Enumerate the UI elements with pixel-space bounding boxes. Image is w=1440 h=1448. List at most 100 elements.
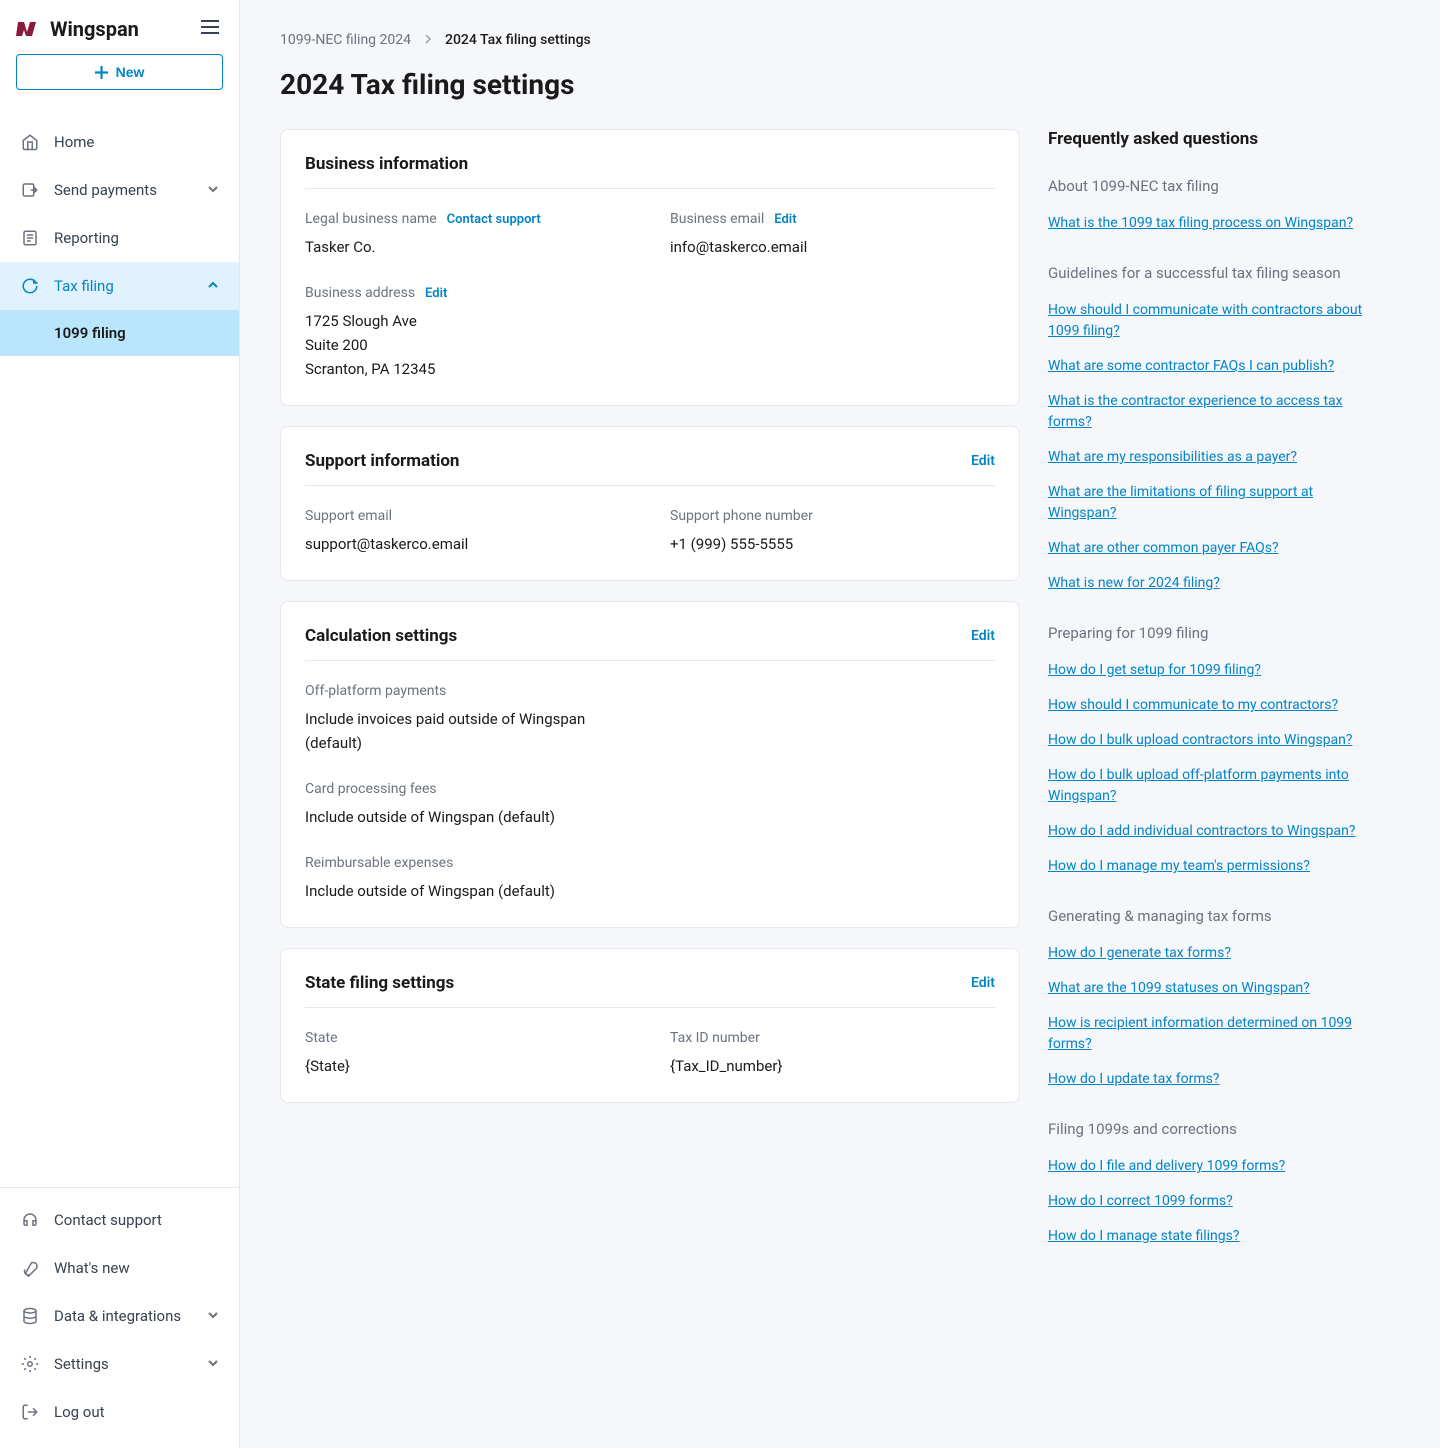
faq-link[interactable]: How do I file and delivery 1099 forms? [1048, 1156, 1378, 1177]
faq-link[interactable]: How do I manage my team's permissions? [1048, 856, 1378, 877]
tax-id-label: Tax ID number [670, 1030, 760, 1046]
card-title: State filing settings [305, 973, 454, 993]
state-label: State [305, 1030, 338, 1046]
headset-icon [20, 1210, 40, 1230]
nav-label: Contact support [54, 1211, 162, 1229]
faq-link[interactable]: What are other common payer FAQs? [1048, 538, 1378, 559]
breadcrumb-current: 2024 Tax filing settings [445, 32, 591, 48]
address-line-1: 1725 Slough Ave [305, 309, 630, 333]
faq-section-title: About 1099-NEC tax filing [1048, 177, 1378, 195]
new-button-label: New [116, 64, 145, 80]
nav-logout[interactable]: Log out [0, 1388, 239, 1436]
business-email-label: Business email [670, 211, 764, 227]
faq-link[interactable]: How is recipient information determined … [1048, 1013, 1378, 1055]
faq-link[interactable]: How do I bulk upload off-platform paymen… [1048, 765, 1378, 807]
support-email-label: Support email [305, 508, 392, 524]
faq-link[interactable]: How do I get setup for 1099 filing? [1048, 660, 1378, 681]
nav-1099-filing[interactable]: 1099 filing [0, 310, 239, 356]
edit-calculation-settings[interactable]: Edit [971, 628, 995, 644]
nav-data-integrations[interactable]: Data & integrations [0, 1292, 239, 1340]
nav-settings[interactable]: Settings [0, 1340, 239, 1388]
nav-main: Home Send payments Reporting Tax filing … [0, 110, 239, 1187]
legal-name-value: Tasker Co. [305, 235, 630, 259]
card-title: Support information [305, 451, 459, 471]
faq-link[interactable]: How do I manage state filings? [1048, 1226, 1378, 1247]
database-icon [20, 1306, 40, 1326]
nav-whats-new[interactable]: What's new [0, 1244, 239, 1292]
nav-label: What's new [54, 1259, 130, 1277]
support-email-value: support@taskerco.email [305, 532, 630, 556]
nav-home[interactable]: Home [0, 118, 239, 166]
faq-section-title: Guidelines for a successful tax filing s… [1048, 264, 1378, 282]
logo[interactable]: Wingspan [16, 17, 139, 41]
gear-icon [20, 1354, 40, 1374]
faq-link[interactable]: How do I generate tax forms? [1048, 943, 1378, 964]
rocket-icon [20, 1258, 40, 1278]
edit-business-email[interactable]: Edit [774, 212, 796, 227]
support-info-card: Support information Edit Support email s… [280, 426, 1020, 581]
faq-link[interactable]: What are the limitations of filing suppo… [1048, 482, 1378, 524]
faq-link[interactable]: What are the 1099 statuses on Wingspan? [1048, 978, 1378, 999]
card-fees-value: Include outside of Wingspan (default) [305, 805, 995, 829]
state-value: {State} [305, 1054, 630, 1078]
business-address-label: Business address [305, 285, 415, 301]
faq-link[interactable]: How do I update tax forms? [1048, 1069, 1378, 1090]
edit-state-filing[interactable]: Edit [971, 975, 995, 991]
nav-contact-support[interactable]: Contact support [0, 1196, 239, 1244]
chevron-up-icon [207, 277, 219, 295]
breadcrumb-parent[interactable]: 1099-NEC filing 2024 [280, 32, 411, 48]
reimbursable-value: Include outside of Wingspan (default) [305, 879, 995, 903]
legal-name-label: Legal business name [305, 211, 437, 227]
faq-section-title: Generating & managing tax forms [1048, 907, 1378, 925]
off-platform-value: Include invoices paid outside of Wingspa… [305, 707, 625, 755]
faq-section-title: Filing 1099s and corrections [1048, 1120, 1378, 1138]
faq-link[interactable]: How should I communicate with contractor… [1048, 300, 1378, 342]
faq-panel: Frequently asked questions About 1099-NE… [1048, 129, 1378, 1277]
main-content: 1099-NEC filing 2024 2024 Tax filing set… [240, 0, 1440, 1448]
card-title: Business information [305, 154, 468, 174]
nav-label: Log out [54, 1403, 105, 1421]
nav-label: Reporting [54, 229, 119, 247]
faq-section-title: Preparing for 1099 filing [1048, 624, 1378, 642]
off-platform-label: Off-platform payments [305, 683, 446, 699]
chevron-right-icon [423, 32, 433, 48]
chevron-down-icon [207, 1355, 219, 1373]
contact-support-link[interactable]: Contact support [447, 212, 541, 227]
tax-filing-icon [20, 276, 40, 296]
faq-link[interactable]: What is the contractor experience to acc… [1048, 391, 1378, 433]
menu-toggle-icon[interactable] [197, 16, 223, 42]
edit-business-address[interactable]: Edit [425, 286, 447, 301]
card-title: Calculation settings [305, 626, 457, 646]
nav-reporting[interactable]: Reporting [0, 214, 239, 262]
faq-link[interactable]: How should I communicate to my contracto… [1048, 695, 1378, 716]
faq-link[interactable]: What are my responsibilities as a payer? [1048, 447, 1378, 468]
edit-support-info[interactable]: Edit [971, 453, 995, 469]
faq-link[interactable]: What are some contractor FAQs I can publ… [1048, 356, 1378, 377]
new-button[interactable]: New [16, 54, 223, 90]
send-payments-icon [20, 180, 40, 200]
logo-text: Wingspan [50, 17, 139, 41]
business-email-value: info@taskerco.email [670, 235, 995, 259]
faq-link[interactable]: How do I bulk upload contractors into Wi… [1048, 730, 1378, 751]
nav-label: Data & integrations [54, 1307, 181, 1325]
chevron-down-icon [207, 1307, 219, 1325]
sidebar-footer: Contact support What's new Data & integr… [0, 1187, 239, 1448]
faq-link[interactable]: What is the 1099 tax filing process on W… [1048, 213, 1378, 234]
plus-icon [95, 66, 108, 79]
support-phone-label: Support phone number [670, 508, 813, 524]
logo-mark-icon [16, 20, 42, 38]
tax-id-value: {Tax_ID_number} [670, 1054, 995, 1078]
faq-link[interactable]: What is new for 2024 filing? [1048, 573, 1378, 594]
breadcrumb: 1099-NEC filing 2024 2024 Tax filing set… [280, 32, 1400, 48]
nav-label: Settings [54, 1355, 109, 1373]
calculation-settings-card: Calculation settings Edit Off-platform p… [280, 601, 1020, 928]
faq-title: Frequently asked questions [1048, 129, 1378, 149]
nav-send-payments[interactable]: Send payments [0, 166, 239, 214]
nav-label: Home [54, 133, 94, 151]
faq-link[interactable]: How do I correct 1099 forms? [1048, 1191, 1378, 1212]
state-filing-card: State filing settings Edit State {State}… [280, 948, 1020, 1103]
logout-icon [20, 1402, 40, 1422]
faq-link[interactable]: How do I add individual contractors to W… [1048, 821, 1378, 842]
reporting-icon [20, 228, 40, 248]
nav-tax-filing[interactable]: Tax filing [0, 262, 239, 310]
